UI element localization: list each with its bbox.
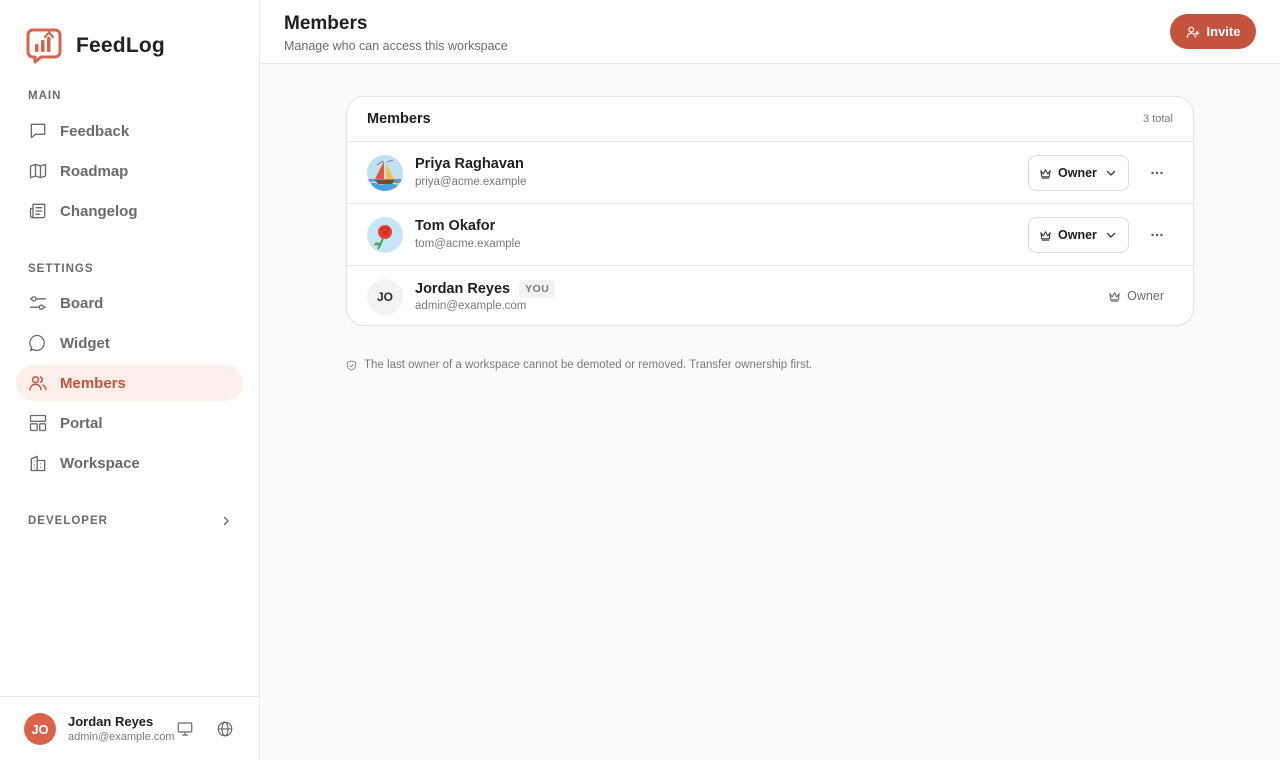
member-email: priya@acme.example xyxy=(415,176,527,188)
sidebar-item-portal[interactable]: Portal xyxy=(16,405,243,441)
more-actions-button[interactable] xyxy=(1147,225,1167,245)
member-email: tom@acme.example xyxy=(415,238,521,250)
ownership-note-text: The last owner of a workspace cannot be … xyxy=(364,359,813,371)
role-select-value: Owner xyxy=(1058,228,1097,242)
role-select[interactable]: Owner xyxy=(1028,217,1129,253)
user-name: Jordan Reyes xyxy=(68,714,154,729)
shield-check-icon xyxy=(346,359,357,371)
sidebar-item-label: Workspace xyxy=(60,454,140,472)
members-card-header: Members 3 total xyxy=(347,97,1193,142)
member-name: Priya Raghavan xyxy=(415,156,524,172)
chevron-down-icon xyxy=(1106,232,1116,238)
sidebar-item-roadmap[interactable]: Roadmap xyxy=(16,153,243,189)
sidebar-item-members[interactable]: Members xyxy=(16,365,243,401)
newspaper-icon xyxy=(29,203,46,219)
sidebar-item-label: Board xyxy=(60,294,104,312)
members-card: Members 3 total Priya Raghavan priya@acm… xyxy=(346,96,1194,326)
sidebar-item-label: Widget xyxy=(60,334,110,352)
crown-icon xyxy=(1040,168,1051,179)
chevron-right-icon xyxy=(223,516,229,526)
page-header: Members Manage who can access this works… xyxy=(260,0,1280,64)
sidebar-item-feedback[interactable]: Feedback xyxy=(16,113,243,149)
monitor-icon[interactable] xyxy=(176,720,194,738)
member-name-wrap: Jordan Reyes YOU xyxy=(415,280,556,298)
sliders-icon xyxy=(29,296,47,310)
building-icon xyxy=(30,455,46,472)
section-label-settings: SETTINGS xyxy=(28,263,94,275)
sidebar-item-changelog[interactable]: Changelog xyxy=(16,193,243,229)
sidebar-item-board[interactable]: Board xyxy=(16,285,243,321)
avatar xyxy=(367,217,403,253)
avatar xyxy=(367,155,403,191)
member-row: Tom Okafor tom@acme.example Owner xyxy=(347,204,1193,266)
crown-icon xyxy=(1109,291,1120,302)
user-email: admin@example.com xyxy=(68,731,175,743)
sidebar-item-label: Portal xyxy=(60,414,103,432)
role-label: Owner xyxy=(1127,289,1164,303)
you-badge: YOU xyxy=(519,280,556,298)
sidebar-item-widget[interactable]: Widget xyxy=(16,325,243,361)
more-actions-button[interactable] xyxy=(1147,163,1167,183)
globe-icon[interactable] xyxy=(216,720,234,738)
current-user: JO Jordan Reyes admin@example.com xyxy=(0,696,259,760)
sidebar: FeedLog MAIN Feedback Roadmap Changelog … xyxy=(0,0,260,760)
invite-button[interactable]: Invite xyxy=(1170,14,1256,49)
page-subtitle: Manage who can access this workspace xyxy=(284,39,508,53)
sidebar-item-label: Members xyxy=(60,374,126,392)
feedlog-logo-icon xyxy=(26,28,62,64)
section-label-developer: DEVELOPER xyxy=(28,515,108,527)
section-label-main: MAIN xyxy=(28,90,62,102)
sidebar-item-label: Roadmap xyxy=(60,162,129,180)
member-email: admin@example.com xyxy=(415,300,527,312)
users-icon xyxy=(29,376,47,391)
role-select-value: Owner xyxy=(1058,166,1097,180)
layout-icon xyxy=(29,414,47,432)
more-horizontal-icon xyxy=(1151,233,1163,237)
member-name: Jordan Reyes xyxy=(415,281,511,297)
page-title: Members xyxy=(284,13,368,34)
avatar: JO xyxy=(367,279,403,315)
user-plus-icon xyxy=(1186,26,1199,38)
member-row: JO Jordan Reyes YOU admin@example.com Ow… xyxy=(347,266,1193,325)
rose-avatar-icon xyxy=(367,217,403,253)
message-circle-icon xyxy=(29,334,45,352)
sidebar-item-label: Changelog xyxy=(60,202,138,220)
members-count: 3 total xyxy=(1143,113,1173,125)
app-name: FeedLog xyxy=(76,34,165,57)
role-readonly: Owner xyxy=(1108,289,1164,303)
members-card-title: Members xyxy=(367,111,431,127)
developer-section-toggle[interactable]: DEVELOPER xyxy=(28,512,232,530)
chevron-down-icon xyxy=(1106,170,1116,176)
crown-icon xyxy=(1040,230,1051,241)
ownership-note: The last owner of a workspace cannot be … xyxy=(346,359,812,371)
message-square-icon xyxy=(30,123,46,139)
member-row: Priya Raghavan priya@acme.example Owner xyxy=(347,142,1193,204)
avatar[interactable]: JO xyxy=(24,713,56,745)
sidebar-item-label: Feedback xyxy=(60,122,130,140)
invite-button-label: Invite xyxy=(1206,24,1241,39)
sailboat-avatar-icon xyxy=(367,155,403,191)
member-name: Tom Okafor xyxy=(415,218,496,234)
sidebar-item-workspace[interactable]: Workspace xyxy=(16,445,243,481)
brand[interactable]: FeedLog xyxy=(26,28,165,64)
more-horizontal-icon xyxy=(1151,171,1163,175)
map-icon xyxy=(29,163,47,179)
role-select[interactable]: Owner xyxy=(1028,155,1129,191)
